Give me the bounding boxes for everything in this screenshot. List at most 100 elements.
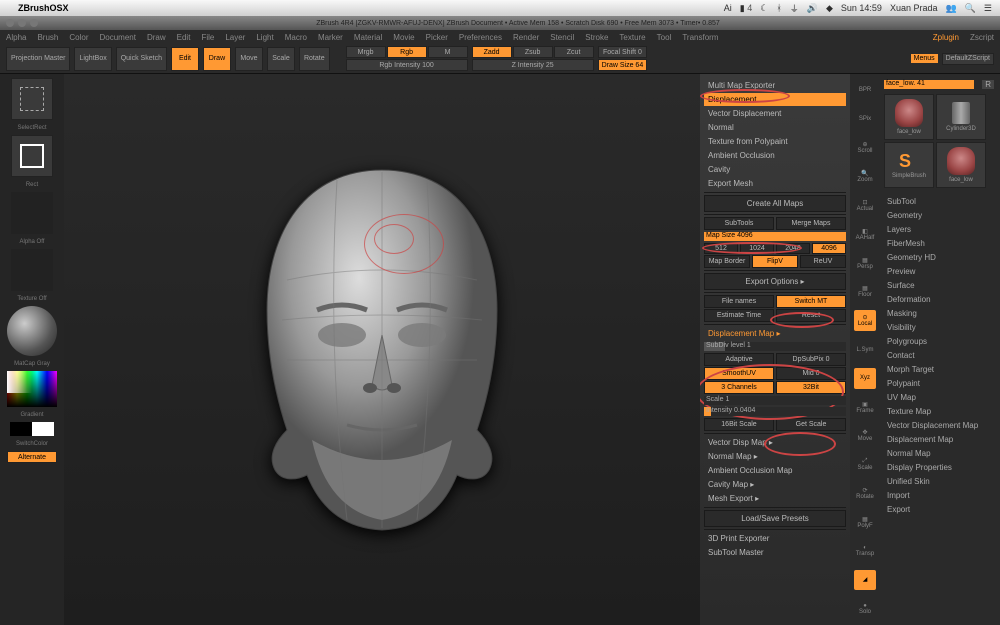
- palette-normalmap[interactable]: Normal Map: [884, 447, 996, 460]
- xyz-btn[interactable]: Xyz: [854, 368, 876, 389]
- mrgb-button[interactable]: Mrgb: [346, 46, 386, 58]
- get-scale-btn[interactable]: Get Scale: [776, 418, 846, 431]
- palette-import[interactable]: Import: [884, 489, 996, 502]
- cavity-toggle[interactable]: Cavity: [704, 163, 846, 176]
- palette-unifiedskin[interactable]: Unified Skin: [884, 475, 996, 488]
- menu-item[interactable]: Color: [69, 33, 88, 42]
- zoom-btn[interactable]: 🔍Zoom: [854, 166, 876, 187]
- menu-item[interactable]: Tool: [657, 33, 672, 42]
- menu-item[interactable]: Layer: [225, 33, 245, 42]
- spix-btn[interactable]: SPix: [854, 109, 876, 130]
- scale-button[interactable]: Scale: [267, 47, 295, 71]
- palette-masking[interactable]: Masking: [884, 307, 996, 320]
- draw-button[interactable]: Draw: [203, 47, 231, 71]
- rect-tool[interactable]: [11, 135, 53, 177]
- 16bit-scale[interactable]: 16Bit Scale: [704, 418, 774, 431]
- map-size-slider[interactable]: Map Size 4096: [704, 232, 846, 241]
- r-button[interactable]: R: [982, 80, 994, 89]
- color-picker[interactable]: [7, 371, 57, 407]
- focal-shift[interactable]: Focal Shift 0: [598, 46, 648, 58]
- close-dot[interactable]: [6, 19, 14, 27]
- scale-nav-btn[interactable]: ⤢Scale: [854, 454, 876, 475]
- menu-item[interactable]: Document: [100, 33, 136, 42]
- polyf-btn[interactable]: ▦PolyF: [854, 512, 876, 533]
- subtool-master[interactable]: SubTool Master: [704, 546, 846, 559]
- menu-zscript[interactable]: Zscript: [970, 33, 994, 42]
- rotate-button[interactable]: Rotate: [299, 47, 330, 71]
- projection-master-button[interactable]: Projection Master: [6, 47, 70, 71]
- palette-polypaint[interactable]: Polypaint: [884, 377, 996, 390]
- rgb-intensity[interactable]: Rgb Intensity 100: [346, 59, 468, 71]
- menu-item[interactable]: Stroke: [585, 33, 608, 42]
- actual-btn[interactable]: ⊡Actual: [854, 195, 876, 216]
- subtools-btn[interactable]: SubTools: [704, 217, 774, 230]
- subdiv-slider[interactable]: SubDiv level 1: [704, 342, 846, 351]
- texture-slot[interactable]: [11, 249, 53, 291]
- min-dot[interactable]: [18, 19, 26, 27]
- size-4096[interactable]: 4096: [812, 243, 846, 254]
- palette-geometry[interactable]: Geometry: [884, 209, 996, 222]
- mesh-export[interactable]: Mesh Export ▸: [704, 492, 846, 505]
- map-border[interactable]: Map Border: [704, 255, 750, 268]
- menu-item[interactable]: Transform: [682, 33, 718, 42]
- tool-thumb-simplebrush[interactable]: SSimpleBrush: [884, 142, 934, 188]
- adobe-icon[interactable]: Ai: [724, 3, 732, 13]
- alpha-slot[interactable]: [11, 192, 53, 234]
- switch-color[interactable]: [10, 422, 54, 436]
- ao-toggle[interactable]: Ambient Occlusion: [704, 149, 846, 162]
- user-icon[interactable]: 👥: [945, 3, 956, 14]
- move-nav-btn[interactable]: ✥Move: [854, 426, 876, 447]
- user[interactable]: Xuan Prada: [890, 3, 938, 13]
- menu-icon[interactable]: ☰: [984, 3, 992, 14]
- spotlight-icon[interactable]: 🔍: [965, 3, 976, 14]
- palette-deformation[interactable]: Deformation: [884, 293, 996, 306]
- bpr-btn[interactable]: BPR: [854, 80, 876, 101]
- volume-icon[interactable]: 🔊: [807, 3, 818, 14]
- clock[interactable]: Sun 14:59: [841, 3, 882, 13]
- zsub-button[interactable]: Zsub: [513, 46, 553, 58]
- select-rect-tool[interactable]: [11, 78, 53, 120]
- viewport[interactable]: [64, 74, 700, 625]
- default-zscript[interactable]: DefaultZScript: [942, 53, 994, 65]
- palette-geometryhd[interactable]: Geometry HD: [884, 251, 996, 264]
- rgb-button[interactable]: Rgb: [387, 46, 427, 58]
- menu-item[interactable]: Render: [513, 33, 539, 42]
- cavity-map[interactable]: Cavity Map ▸: [704, 478, 846, 491]
- merge-maps-btn[interactable]: Merge Maps: [776, 217, 846, 230]
- local-btn[interactable]: ⊙Local: [854, 310, 876, 331]
- frame-btn[interactable]: ▣Frame: [854, 397, 876, 418]
- floor-btn[interactable]: ▦Floor: [854, 282, 876, 303]
- menu-item[interactable]: Edit: [177, 33, 191, 42]
- palette-surface[interactable]: Surface: [884, 279, 996, 292]
- menus-button[interactable]: Menus: [911, 54, 938, 63]
- lsym-btn[interactable]: L.Sym: [854, 339, 876, 360]
- alternate-button[interactable]: Alternate: [7, 451, 57, 463]
- aahalf-btn[interactable]: ◧AAHalf: [854, 224, 876, 245]
- palette-layers[interactable]: Layers: [884, 223, 996, 236]
- scroll-btn[interactable]: ⊕Scroll: [854, 138, 876, 159]
- palette-polygroups[interactable]: Polygroups: [884, 335, 996, 348]
- menu-item[interactable]: Light: [256, 33, 273, 42]
- material-sphere[interactable]: [7, 306, 57, 356]
- menu-item[interactable]: File: [201, 33, 214, 42]
- normal-toggle[interactable]: Normal: [704, 121, 846, 134]
- bluetooth-icon[interactable]: ᚼ: [776, 3, 781, 13]
- persp-btn[interactable]: ▦Persp: [854, 253, 876, 274]
- reuv-btn[interactable]: ReUV: [800, 255, 846, 268]
- zoom-dot[interactable]: [30, 19, 38, 27]
- palette-subtool[interactable]: SubTool: [884, 195, 996, 208]
- tool-thumb-face[interactable]: face_low: [884, 94, 934, 140]
- menu-item[interactable]: Brush: [37, 33, 58, 42]
- move-button[interactable]: Move: [235, 47, 263, 71]
- palette-displayprops[interactable]: Display Properties: [884, 461, 996, 474]
- tool-thumb-face2[interactable]: face_low: [936, 142, 986, 188]
- menu-item[interactable]: Preferences: [459, 33, 502, 42]
- palette-contact[interactable]: Contact: [884, 349, 996, 362]
- palette-morphtarget[interactable]: Morph Target: [884, 363, 996, 376]
- battery-icon[interactable]: ▮ 4: [740, 3, 752, 14]
- menu-item[interactable]: Alpha: [6, 33, 26, 42]
- rotate-nav-btn[interactable]: ⟳Rotate: [854, 483, 876, 504]
- export-options-btn[interactable]: Export Options ▸: [704, 273, 846, 290]
- m-button[interactable]: M: [428, 46, 468, 58]
- menu-item[interactable]: Material: [354, 33, 382, 42]
